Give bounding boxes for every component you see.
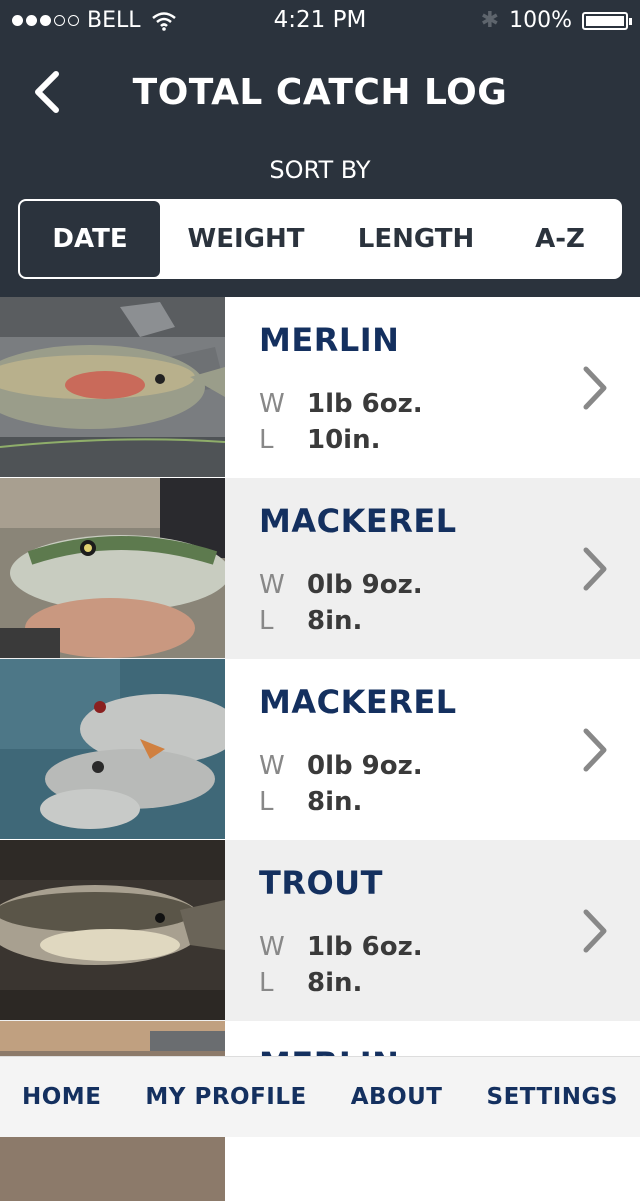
tab-about[interactable]: ABOUT	[351, 1084, 443, 1110]
catch-name: MACKEREL	[259, 683, 457, 721]
tab-my-profile[interactable]: MY PROFILE	[145, 1084, 306, 1110]
header: BELL 4:21 PM ✱ 100% TOTAL CATCH LOG SORT…	[0, 0, 640, 297]
catch-weight: W 0lb 9oz.	[259, 570, 423, 600]
catch-weight: W 0lb 9oz.	[259, 751, 423, 781]
tab-bar: HOME MY PROFILE ABOUT SETTINGS	[0, 1056, 640, 1137]
catch-name: MACKEREL	[259, 502, 457, 540]
catch-length: L 10in.	[259, 425, 381, 455]
catch-weight: W 1lb 6oz.	[259, 389, 423, 419]
battery-percent: 100%	[509, 8, 572, 33]
sort-date-button[interactable]: DATE	[20, 201, 160, 277]
catch-length: L 8in.	[259, 606, 363, 636]
sort-az-button[interactable]: A-Z	[500, 201, 620, 277]
sort-weight-button[interactable]: WEIGHT	[160, 201, 332, 277]
catch-length: L 8in.	[259, 968, 363, 998]
page-title: TOTAL CATCH LOG	[132, 72, 508, 113]
chevron-right-icon	[583, 366, 607, 410]
chevron-right-icon	[583, 547, 607, 591]
catch-row[interactable]: TROUT W 1lb 6oz. L 8in.	[0, 840, 640, 1021]
catch-photo	[0, 659, 225, 839]
tab-home[interactable]: HOME	[22, 1084, 101, 1110]
sort-length-button[interactable]: LENGTH	[332, 201, 500, 277]
battery-icon	[582, 11, 632, 30]
chevron-right-icon	[583, 728, 607, 772]
catch-length: L 8in.	[259, 787, 363, 817]
sort-segmented-control: DATE WEIGHT LENGTH A-Z	[18, 199, 622, 279]
catch-row[interactable]: MACKEREL W 0lb 9oz. L 8in.	[0, 659, 640, 840]
catch-row[interactable]: MERLIN W 1lb 6oz. L 10in.	[0, 297, 640, 478]
chevron-right-icon	[583, 909, 607, 953]
catch-name: TROUT	[259, 864, 383, 902]
status-bar: BELL 4:21 PM ✱ 100%	[0, 0, 640, 40]
catch-row[interactable]: MACKEREL W 0lb 9oz. L 8in.	[0, 478, 640, 659]
catch-photo	[0, 297, 225, 477]
sort-by-label: SORT BY	[269, 156, 371, 184]
catch-name: MERLIN	[259, 321, 400, 359]
catch-photo	[0, 478, 225, 658]
catch-photo	[0, 840, 225, 1020]
tab-settings[interactable]: SETTINGS	[487, 1084, 618, 1110]
bluetooth-icon: ✱	[480, 8, 500, 33]
catch-weight: W 1lb 6oz.	[259, 932, 423, 962]
